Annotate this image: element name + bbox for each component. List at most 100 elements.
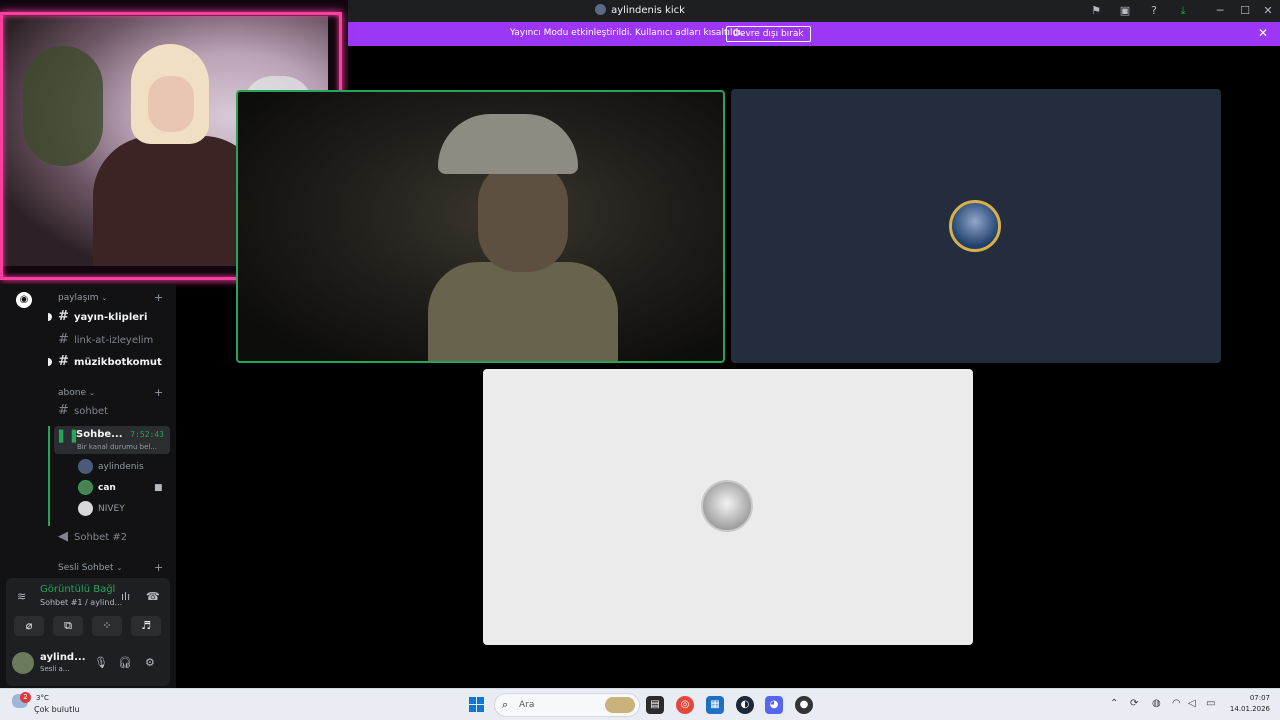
minimize-button[interactable]: ─ (1208, 2, 1232, 20)
clock-time: 07:07 (1249, 694, 1270, 702)
maximize-button[interactable]: ☐ (1233, 2, 1257, 20)
activities-button[interactable]: ⁘ (92, 616, 122, 636)
taskbar-search[interactable]: ⌕ Ara (494, 693, 640, 717)
discover-icon[interactable]: ◉ (16, 292, 32, 308)
inbox-icon[interactable]: ⚑ (1089, 4, 1103, 18)
active-voice-line (48, 426, 50, 526)
screen-share-icon: ⧉ (64, 619, 72, 632)
video-camera-icon: ■ (154, 483, 163, 493)
avatar (701, 480, 753, 532)
steam-icon[interactable]: ◐ (736, 696, 754, 714)
add-channel-icon[interactable]: + (154, 291, 163, 304)
chevron-down-icon: ⌄ (88, 389, 95, 397)
avatar (78, 480, 93, 495)
voice-channel-sohbet-2[interactable]: ◀ Sohbet #2 (58, 527, 170, 547)
unread-indicator (48, 358, 52, 366)
participant-cap-shape (438, 114, 578, 174)
weather-temperature[interactable]: 3°C (36, 694, 49, 702)
speaker-icon: ◀ (58, 529, 68, 544)
close-window-button[interactable]: ✕ (1256, 2, 1280, 20)
hash-icon: # (58, 354, 69, 369)
clock-date: 14.01.2026 (1229, 705, 1270, 713)
server-avatar-icon (595, 4, 607, 15)
download-icon[interactable]: ⤓ (1176, 4, 1190, 18)
headphones-icon[interactable]: 🎧︎ (118, 656, 132, 669)
windows-logo-tile (469, 697, 476, 704)
search-highlight-icon (605, 697, 635, 713)
chrome-icon[interactable]: ◎ (676, 696, 694, 714)
hash-icon: # (58, 403, 69, 418)
soundboard-icon: ♬ (141, 619, 151, 632)
channel-muzikbotkomut[interactable]: # müzikbotkomut (58, 352, 170, 372)
camera-toggle-button[interactable]: ⌀ (14, 616, 44, 636)
avatar (949, 200, 1001, 252)
app-icon[interactable]: ● (795, 696, 813, 714)
add-channel-icon[interactable]: + (154, 386, 163, 399)
wifi-icon[interactable]: ◠ (1172, 698, 1181, 709)
banner-message: Yayıncı Modu etkinleştirildi. Kullanıcı … (510, 28, 744, 38)
sync-icon[interactable]: ⟳ (1130, 698, 1138, 709)
battery-icon[interactable]: ▭ (1206, 698, 1215, 709)
disconnect-icon[interactable]: ☎ (146, 590, 160, 603)
video-tile-can[interactable] (236, 90, 725, 363)
add-channel-icon[interactable]: + (154, 561, 163, 574)
banner-close-icon[interactable]: ✕ (1258, 26, 1268, 40)
noise-suppression-icon[interactable]: ılı (121, 590, 130, 603)
help-icon[interactable]: ? (1147, 4, 1161, 18)
soundboard-button[interactable]: ♬ (131, 616, 161, 636)
signal-icon[interactable]: ≋ (17, 590, 26, 603)
microphone-tray-icon[interactable]: ◍ (1152, 698, 1161, 709)
voice-channel-active[interactable]: ▌▐ Sohbe... 7:52:43 Bir kanal durumu bel… (54, 426, 170, 454)
category-abone[interactable]: abone ⌄ (58, 388, 95, 398)
voice-channel-name: Sohbe... (76, 429, 123, 440)
voice-timer: 7:52:43 (130, 430, 164, 439)
system-clock[interactable]: 07:07 14.01.2026 (1230, 693, 1270, 715)
activities-icon: ⁘ (102, 619, 112, 632)
unread-indicator (48, 313, 52, 321)
video-tile-nivey[interactable] (483, 369, 973, 645)
category-sesli-sohbet[interactable]: Sesli Sohbet ⌄ (58, 563, 122, 573)
user-name[interactable]: aylind... (40, 652, 86, 663)
voice-status[interactable]: Bir kanal durumu bel... (77, 443, 157, 451)
tray-overflow-icon[interactable]: ⌃ (1110, 698, 1118, 709)
chevron-down-icon: ⌄ (116, 564, 123, 572)
avatar (78, 459, 93, 474)
file-explorer-icon[interactable]: ▤ (646, 696, 664, 714)
user-status: Sesli a... (40, 665, 70, 673)
discord-app: aylindenis kick ⚑ ▣ ? ⤓ ─ ☐ ✕ Yayıncı Mo… (0, 0, 1280, 688)
channel-link-at-izleyelim[interactable]: # link-at-izleyelim (58, 330, 170, 350)
channel-sohbet[interactable]: # sohbet (58, 401, 170, 421)
voice-connection-status[interactable]: Görüntülü Bağl (40, 584, 115, 595)
avatar[interactable] (12, 652, 34, 674)
streamer-mode-banner: Yayıncı Modu etkinleştirildi. Kullanıcı … (348, 22, 1280, 46)
voice-connection-channel[interactable]: Sohbet #1 / aylind... (40, 598, 122, 607)
avatar (78, 501, 93, 516)
search-icon: ⌕ (502, 698, 509, 711)
taskbar: 2 3°C Çok bulutlu ⌕ Ara ▤ ◎ ▦ ◐ ◕ ● ⌃ ⟳ … (0, 688, 1280, 720)
windows-logo-tile (477, 697, 484, 704)
voice-active-icon: ▌▐ (59, 430, 76, 443)
participant-shirt-shape (428, 262, 618, 361)
hash-icon: # (58, 332, 69, 347)
participant-face-shape (478, 162, 568, 272)
category-paylasim[interactable]: paylaşım ⌄ (58, 293, 107, 303)
search-placeholder: Ara (519, 700, 535, 710)
screen-share-button[interactable]: ⧉ (53, 616, 83, 636)
start-button[interactable] (469, 697, 485, 713)
channel-yayin-klipleri[interactable]: # yayın-klipleri (58, 307, 170, 327)
notification-badge: 2 (20, 692, 31, 703)
windows-logo-tile (469, 705, 476, 712)
video-tile-aylindenis[interactable] (731, 89, 1221, 363)
discord-icon[interactable]: ◕ (765, 696, 783, 714)
disable-streamer-mode-button[interactable]: Devre dışı bırak (726, 26, 811, 42)
gear-icon[interactable]: ⚙ (145, 656, 155, 669)
screen-icon[interactable]: ▣ (1118, 4, 1132, 18)
voice-connection-panel: ≋ Görüntülü Bağl Sohbet #1 / aylind... ı… (6, 578, 170, 686)
microphone-icon[interactable]: 🎙︎ (94, 656, 108, 669)
hash-icon: # (58, 309, 69, 324)
weather-condition[interactable]: Çok bulutlu (34, 705, 80, 714)
chevron-down-icon: ⌄ (101, 294, 108, 302)
camera-off-icon: ⌀ (25, 619, 33, 632)
store-icon[interactable]: ▦ (706, 696, 724, 714)
volume-icon[interactable]: ◁ (1188, 698, 1196, 709)
